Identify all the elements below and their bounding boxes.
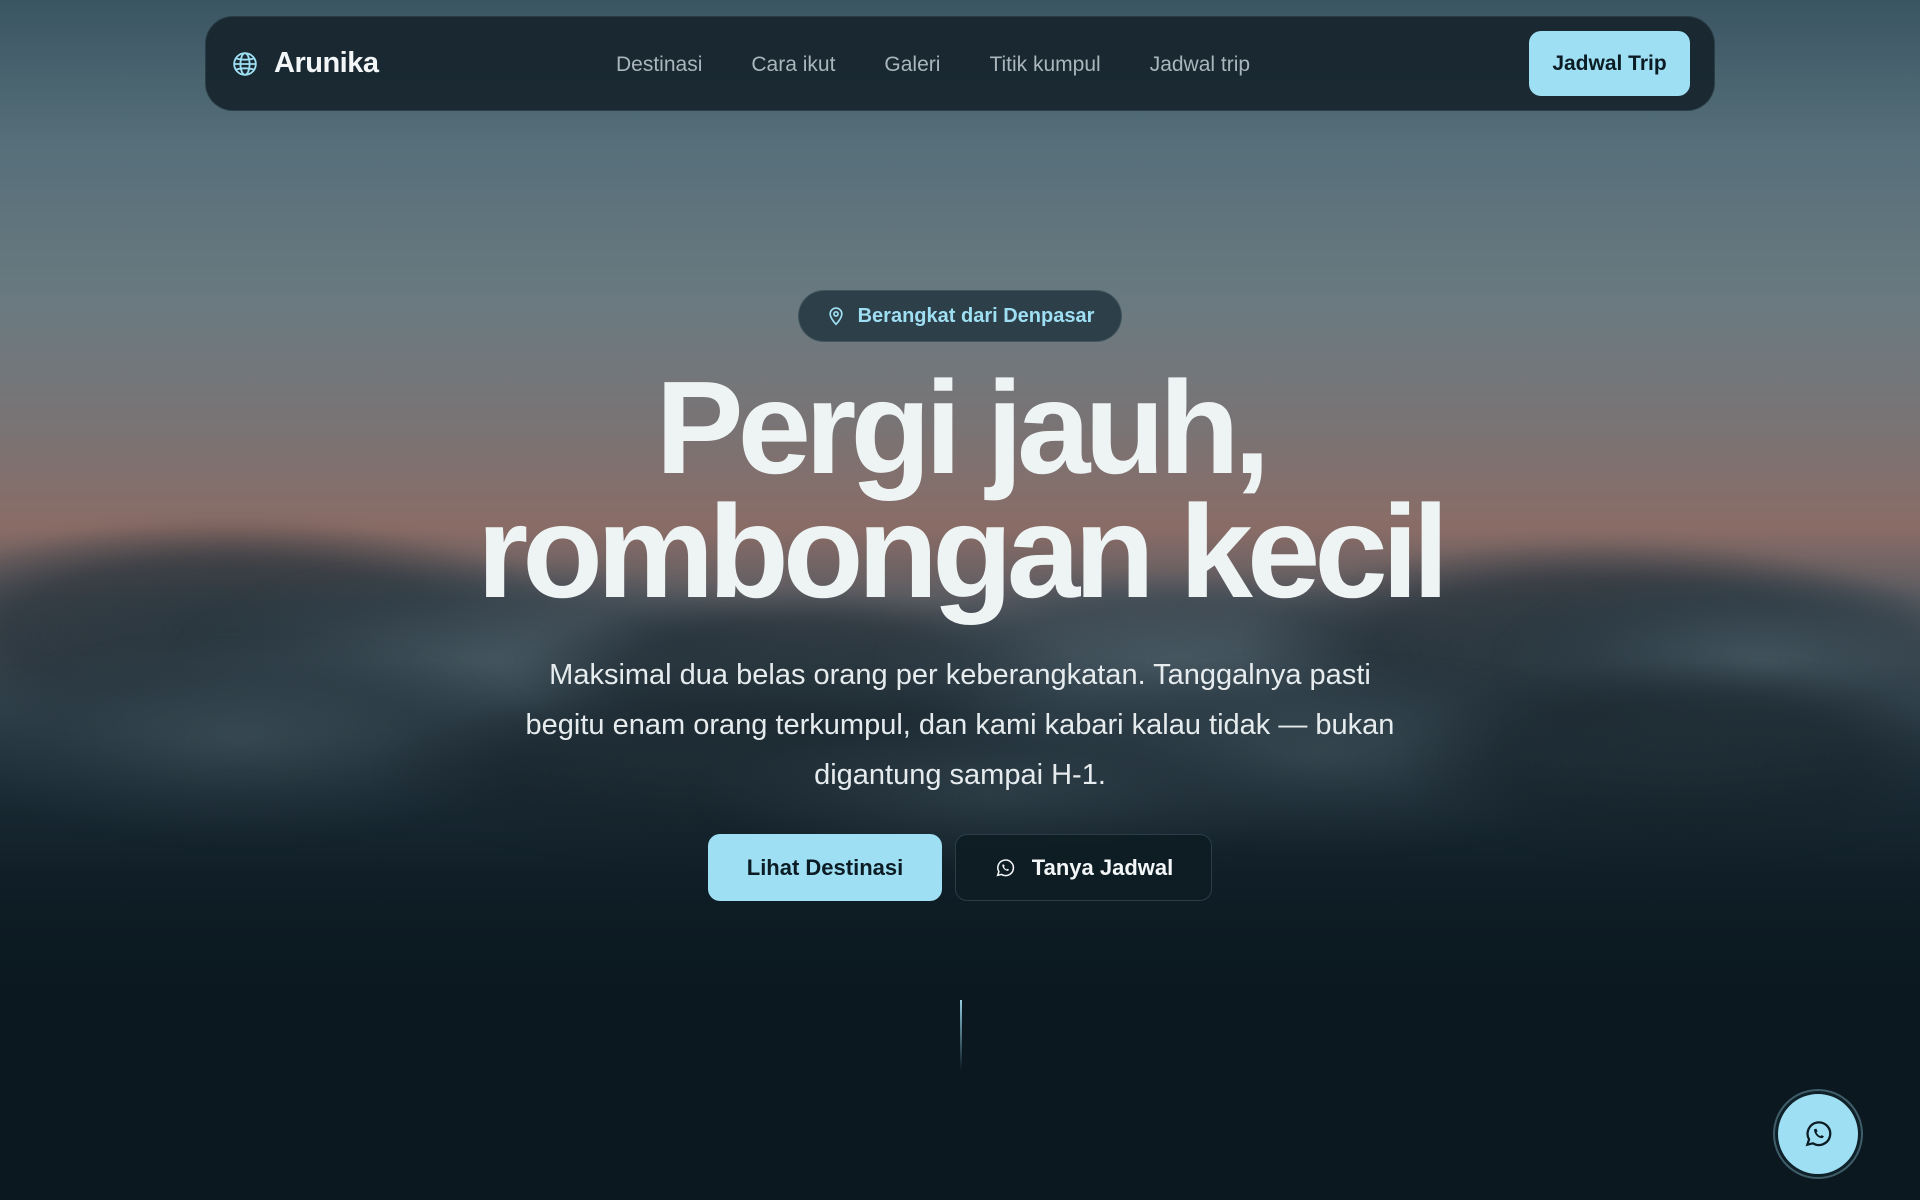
hero-subtext: Maksimal dua belas orang per keberangkat… bbox=[525, 659, 1395, 791]
nav-link-cara-ikut[interactable]: Cara ikut bbox=[751, 53, 835, 77]
headline-line-2: rombongan kecil bbox=[476, 478, 1449, 625]
nav-link-destinasi[interactable]: Destinasi bbox=[616, 53, 702, 77]
top-navbar: Arunika Destinasi Cara ikut Galeri Titik… bbox=[205, 16, 1715, 111]
globe-icon bbox=[233, 51, 257, 76]
jadwal-trip-button[interactable]: Jadwal Trip bbox=[1529, 31, 1690, 96]
nav-link-galeri[interactable]: Galeri bbox=[884, 53, 940, 77]
tanya-jadwal-label: Tanya Jadwal bbox=[1031, 854, 1174, 880]
whatsapp-icon bbox=[1805, 1121, 1832, 1147]
hero-headline: Pergi jauh, rombongan kecil bbox=[360, 354, 1560, 625]
scroll-indicator bbox=[960, 1000, 962, 1070]
brand-logo[interactable]: Arunika bbox=[232, 47, 379, 80]
map-pin-icon bbox=[828, 307, 843, 326]
badge-label: Berangkat dari Denpasar bbox=[857, 304, 1095, 327]
tanya-jadwal-button[interactable]: Tanya Jadwal bbox=[955, 834, 1212, 901]
whatsapp-floating-button[interactable] bbox=[1775, 1091, 1861, 1177]
headline-line-1: Pergi jauh, bbox=[655, 354, 1271, 501]
nav-links: Destinasi Cara ikut Galeri Titik kumpul … bbox=[616, 17, 1299, 112]
nav-link-titik-kumpul[interactable]: Titik kumpul bbox=[989, 53, 1100, 77]
brand-name: Arunika bbox=[274, 47, 379, 79]
whatsapp-icon bbox=[996, 858, 1014, 876]
departure-badge: Berangkat dari Denpasar bbox=[798, 290, 1122, 342]
lihat-destinasi-button[interactable]: Lihat Destinasi bbox=[708, 834, 942, 901]
nav-link-jadwal-trip[interactable]: Jadwal trip bbox=[1150, 53, 1250, 77]
